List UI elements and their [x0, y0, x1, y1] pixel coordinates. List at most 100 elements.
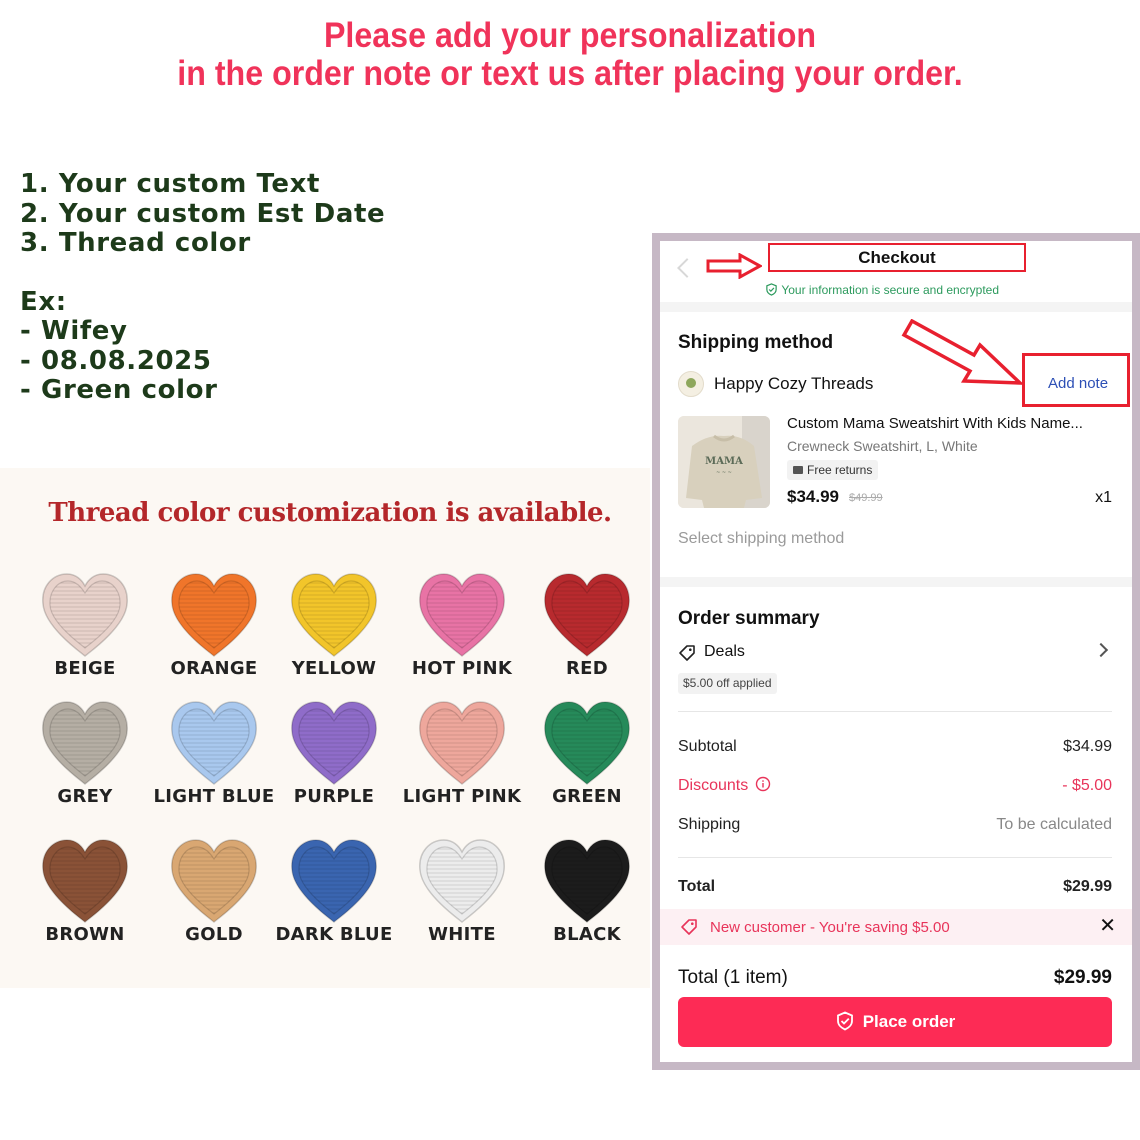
thread-color-swatch: HOT PINK — [397, 568, 527, 698]
thread-color-swatch: LIGHT PINK — [397, 696, 527, 826]
heart-icon — [171, 701, 257, 786]
free-returns-text: Free returns — [807, 463, 873, 477]
heart-icon — [171, 839, 257, 924]
subtotal-label: Subtotal — [678, 738, 737, 755]
total-label: Total — [678, 878, 716, 895]
instruction-line: 1. Your custom Text — [20, 169, 321, 199]
thread-color-label: GREEN — [552, 786, 622, 807]
example-line: - 08.08.2025 — [20, 345, 212, 376]
promo-text: New customer - You're saving $5.00 — [710, 919, 950, 936]
product-variant: Crewneck Sweatshirt, L, White — [787, 438, 978, 454]
checkout-screenshot-frame: Checkout Your information is secure and … — [652, 233, 1140, 1070]
example-line: - Wifey — [20, 316, 128, 346]
shield-check-icon — [836, 1011, 853, 1030]
shipping-label: Shipping — [678, 816, 741, 833]
headline-line-2: in the order note or text us after placi… — [177, 54, 963, 93]
add-note-link[interactable]: Add note — [1048, 375, 1108, 392]
thread-color-swatch: DARK BLUE — [269, 834, 399, 964]
sweatshirt-image: MAMA ~ ~ ~ — [678, 416, 770, 508]
place-order-label: Place order — [862, 1012, 956, 1031]
store-name[interactable]: Happy Cozy Threads — [714, 374, 873, 394]
headline-line-1: Please add your personalization — [323, 16, 817, 55]
thread-color-swatch: RED — [522, 568, 652, 698]
instruction-line: 3. Thread color — [20, 228, 251, 258]
product-quantity: x1 — [1095, 489, 1112, 506]
deals-applied-badge: $5.00 off applied — [678, 673, 777, 694]
checkout-screen: Checkout Your information is secure and … — [660, 241, 1132, 1062]
red-arrow-icon — [901, 319, 1024, 385]
heart-icon — [544, 839, 630, 924]
total-items-label: Total — [678, 967, 719, 988]
discounts-row: Discounts — [678, 776, 771, 795]
discounts-label: Discounts — [678, 777, 749, 794]
divider — [660, 302, 1132, 312]
close-icon[interactable]: ✕ — [1099, 916, 1116, 936]
thread-color-swatch: GREEN — [522, 696, 652, 826]
thread-color-swatch: YELLOW — [269, 568, 399, 698]
thread-color-swatch: BLACK — [522, 834, 652, 964]
thread-color-swatch: BROWN — [20, 834, 150, 964]
heart-icon — [544, 701, 630, 786]
thread-color-label: GREY — [57, 786, 113, 807]
heart-icon — [291, 839, 377, 924]
place-order-button[interactable]: Place order — [678, 997, 1112, 1047]
svg-text:~ ~ ~: ~ ~ ~ — [716, 470, 732, 476]
heart-icon — [419, 839, 505, 924]
secure-notice: Your information is secure and encrypted — [765, 282, 999, 297]
thread-color-panel: Thread color customization is available.… — [0, 468, 650, 988]
example-label: Ex: — [20, 286, 67, 317]
shipping-value: To be calculated — [996, 816, 1112, 833]
order-summary-title: Order summary — [678, 608, 820, 629]
heart-icon — [544, 573, 630, 658]
tag-icon — [681, 919, 697, 935]
product-name[interactable]: Custom Mama Sweatshirt With Kids Name... — [787, 415, 1117, 432]
divider — [678, 711, 1112, 712]
back-chevron-icon[interactable] — [677, 258, 697, 278]
example-line: - Green color — [20, 375, 218, 405]
heart-icon — [419, 701, 505, 786]
product-price: $34.99 — [787, 487, 839, 506]
returns-icon — [793, 465, 803, 474]
instruction-line: 2. Your custom Est Date — [20, 198, 386, 229]
red-arrow-icon — [706, 253, 762, 279]
thread-color-label: RED — [566, 658, 608, 679]
free-returns-badge: Free returns — [787, 460, 879, 480]
store-logo — [678, 371, 704, 397]
select-shipping-method[interactable]: Select shipping method — [678, 530, 844, 548]
divider — [660, 577, 1132, 587]
chevron-right-icon[interactable] — [1093, 642, 1109, 658]
secure-text: Your information is secure and encrypted — [781, 282, 1000, 297]
new-customer-banner: New customer - You're saving $5.00 ✕ — [660, 909, 1132, 945]
divider — [678, 857, 1112, 858]
checkout-title: Checkout — [768, 243, 1026, 272]
thread-color-swatch: WHITE — [397, 834, 527, 964]
shipping-method-title: Shipping method — [678, 332, 834, 353]
thread-color-swatch: BEIGE — [20, 568, 150, 698]
total-items-value: $29.99 — [1053, 967, 1112, 988]
subtotal-value: $34.99 — [1063, 738, 1112, 755]
thread-color-label: BEIGE — [54, 658, 116, 679]
heart-icon — [171, 573, 257, 658]
tag-icon — [679, 645, 695, 661]
heart-icon — [419, 573, 505, 658]
instructions: 1. Your custom Text 2. Your custom Est D… — [20, 169, 386, 406]
total-items-row: Total (1 item) — [678, 967, 788, 989]
heart-icon — [42, 701, 128, 786]
thumb-text: MAMA — [705, 456, 743, 467]
total-items-count: (1 item) — [723, 967, 788, 988]
product-thumbnail[interactable]: MAMA ~ ~ ~ — [678, 416, 770, 508]
heart-icon — [42, 573, 128, 658]
discounts-value: - $5.00 — [1062, 777, 1112, 794]
thread-color-swatch: PURPLE — [269, 696, 399, 826]
thread-color-title: Thread color customization is available. — [48, 498, 612, 528]
product-original-price: $49.99 — [849, 492, 883, 504]
heart-icon — [42, 839, 128, 924]
info-icon[interactable] — [755, 776, 771, 792]
thread-color-swatch: GREY — [20, 696, 150, 826]
heart-icon — [291, 573, 377, 658]
heart-icon — [291, 701, 377, 786]
total-value: $29.99 — [1063, 878, 1112, 895]
deals-row[interactable]: Deals — [704, 643, 745, 661]
thread-color-label: BROWN — [45, 924, 125, 945]
thread-color-label: BLACK — [553, 924, 621, 945]
